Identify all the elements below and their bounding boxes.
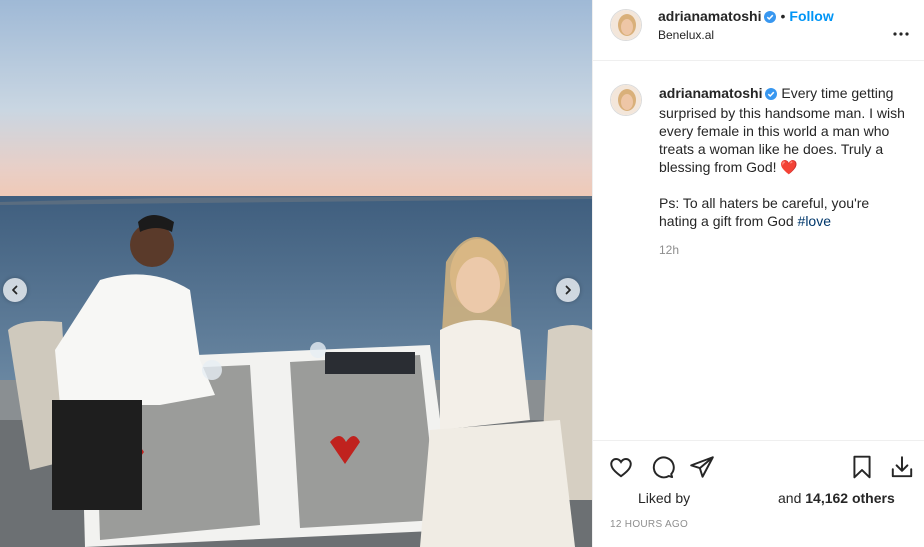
chevron-left-icon [12,285,18,295]
author-username[interactable]: adrianamatoshi [658,8,761,24]
author-line: adrianamatoshi • Follow [658,8,834,26]
caption-author-avatar[interactable] [610,84,642,116]
caption-username[interactable]: adrianamatoshi [659,85,762,101]
bookmark-icon[interactable] [849,454,875,480]
caption-text-2: Ps: To all haters be careful, you're hat… [659,195,870,229]
post-side-panel: adrianamatoshi • Follow Benelux.al adriana… [592,0,924,547]
more-options-icon[interactable] [893,23,909,41]
share-icon[interactable] [689,454,715,480]
post-header: adrianamatoshi • Follow Benelux.al [593,0,924,61]
chevron-right-icon [565,285,571,295]
heart-emoji: ❤️ [780,159,798,175]
download-icon[interactable] [889,454,915,480]
follow-button[interactable]: Follow [789,8,833,24]
previous-photo-button[interactable] [3,278,27,302]
separator-dot: • [780,8,786,24]
verified-badge-icon [765,86,778,104]
verified-badge-icon [764,10,777,26]
location-link[interactable]: Benelux.al [658,28,714,42]
author-avatar[interactable] [610,9,642,41]
action-bar: Liked by and 14,162 others 12 HOURS AGO [593,440,924,547]
comment-icon[interactable] [649,454,675,480]
hashtag-link[interactable]: #love [798,213,831,229]
post-photo[interactable] [0,0,592,547]
and-label: and [778,490,802,506]
dinner-photo-image [0,0,592,547]
liked-by-label: Liked by [638,490,691,506]
post-caption: adrianamatoshi Every time getting surpri… [659,84,911,230]
posted-time: 12 HOURS AGO [610,519,689,530]
caption-time: 12h [659,243,680,257]
others-count[interactable]: 14,162 others [805,490,895,506]
next-photo-button[interactable] [556,278,580,302]
heart-icon[interactable] [608,454,634,480]
likes-count[interactable]: and 14,162 others [778,490,895,506]
